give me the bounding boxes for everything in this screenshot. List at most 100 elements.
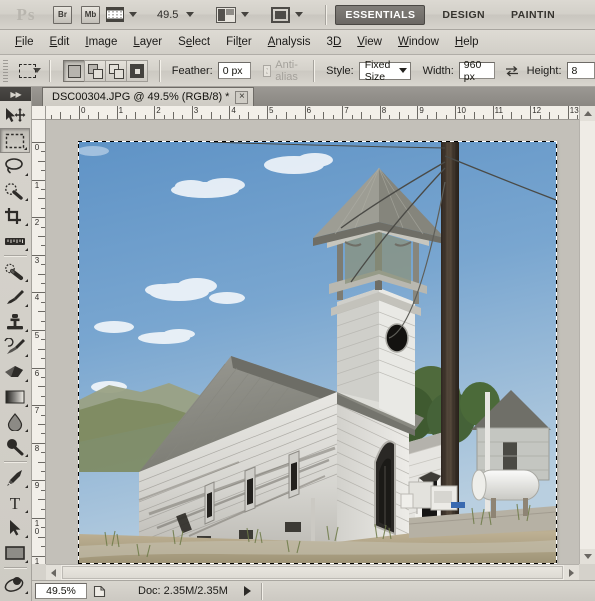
launch-bridge-button[interactable]: Br (53, 5, 72, 24)
page-info-icon (93, 585, 106, 597)
current-tool-icon[interactable] (16, 60, 36, 82)
ruler-tick-major (455, 106, 456, 119)
ruler-label: 6 (306, 106, 312, 115)
feather-label: Feather: (171, 64, 213, 77)
church-photo-svg (79, 142, 556, 563)
intersect-with-selection-button[interactable] (125, 59, 148, 82)
tool-path-selection[interactable] (0, 515, 30, 540)
flyout-triangle-icon (25, 591, 28, 594)
ruler-tick-minor (41, 489, 45, 491)
tools-panel-collapse-button[interactable]: ▶▶ (0, 87, 31, 101)
menu-edit[interactable]: Edit (42, 34, 78, 50)
menu-window[interactable]: Window (390, 34, 447, 50)
width-input[interactable]: 960 px (458, 59, 495, 83)
tool-lasso[interactable] (0, 153, 30, 178)
ruler-tick-minor (483, 115, 485, 119)
tool-ruler[interactable] (0, 228, 30, 253)
horizontal-scroll-thumb[interactable] (62, 566, 563, 579)
tool-clone-stamp[interactable] (0, 309, 30, 334)
ruler-tick-minor (41, 471, 45, 472)
tool-gradient[interactable] (0, 384, 30, 409)
menu-analysis[interactable]: Analysis (260, 34, 319, 50)
flyout-triangle-icon (25, 173, 28, 176)
options-bar-grip[interactable] (3, 59, 8, 82)
tool-type[interactable]: T (0, 490, 30, 515)
menu-3d[interactable]: 3D (319, 34, 350, 50)
tool-rectangle-shape[interactable] (0, 540, 30, 565)
subtract-from-selection-button[interactable] (104, 59, 127, 82)
canvas-area[interactable] (46, 120, 579, 564)
ruler-tick-minor (201, 115, 203, 119)
menu-file[interactable]: File (7, 34, 42, 50)
ruler-tick-minor (38, 461, 45, 463)
tool-crop[interactable] (0, 203, 30, 228)
horizontal-scrollbar[interactable] (46, 564, 579, 580)
zoom-chevron-down-icon[interactable] (186, 12, 195, 17)
ruler-tick-minor (257, 115, 259, 119)
ruler-origin-corner[interactable] (32, 106, 46, 120)
app-zoom-value[interactable]: 49.5 (157, 9, 178, 21)
document-size-info: Doc: 2.35M/2.35M (138, 585, 228, 597)
triangle-down-icon (583, 554, 592, 559)
tool-spot-healing-brush[interactable] (0, 259, 30, 284)
document-tab-title: DSC00304.JPG @ 49.5% (RGB/8) * (52, 91, 230, 103)
tool-eraser[interactable] (0, 359, 30, 384)
tool-blur[interactable] (0, 409, 30, 434)
scroll-right-button[interactable] (564, 565, 579, 580)
ruler-tick-minor (41, 377, 45, 378)
menu-layer[interactable]: Layer (125, 34, 170, 50)
anti-alias-label: Anti-alias (275, 58, 298, 83)
view-extras-button[interactable] (106, 7, 137, 22)
anti-alias-checkbox[interactable] (263, 64, 272, 77)
menu-filter[interactable]: Filter (218, 34, 260, 50)
workspace-essentials[interactable]: ESSENTIALS (335, 4, 426, 25)
document-tab[interactable]: DSC00304.JPG @ 49.5% (RGB/8) * × (42, 87, 255, 106)
tool-move[interactable] (0, 103, 30, 128)
screen-mode-button[interactable] (255, 6, 304, 23)
spot-healing-brush-tool-icon (5, 263, 24, 280)
swap-width-height-button[interactable] (505, 64, 519, 78)
tool-dodge[interactable] (0, 434, 30, 459)
new-selection-button[interactable] (62, 59, 85, 82)
ruler-tick-minor (248, 112, 250, 119)
add-to-selection-button[interactable] (83, 59, 106, 82)
ruler-tick-minor (41, 452, 45, 454)
ruler-tick-minor (182, 115, 184, 119)
tool-pen[interactable] (0, 465, 30, 490)
status-popup-arrow-icon[interactable] (243, 586, 251, 596)
tool-brush[interactable] (0, 284, 30, 309)
menu-help[interactable]: Help (447, 34, 487, 50)
tool-3d-orbit[interactable] (0, 596, 30, 601)
tool-quick-selection[interactable] (0, 178, 30, 203)
scroll-down-button[interactable] (580, 549, 595, 564)
tool-3d-rotate[interactable] (0, 571, 30, 596)
menu-select[interactable]: Select (170, 34, 218, 50)
scroll-up-button[interactable] (580, 106, 595, 121)
height-input[interactable]: 8 (566, 62, 595, 79)
workspace-design[interactable]: DESIGN (433, 5, 494, 25)
arrange-documents-button[interactable] (200, 6, 250, 23)
menu-view[interactable]: View (349, 34, 390, 50)
mini-bridge-button[interactable]: Mb (81, 5, 100, 24)
image-canvas[interactable] (78, 141, 557, 564)
ruler-tick-minor (38, 348, 45, 350)
feather-input[interactable]: 0 px (217, 62, 252, 79)
flyout-triangle-icon (25, 198, 28, 201)
scroll-left-button[interactable] (46, 565, 61, 580)
close-icon[interactable]: × (235, 90, 249, 104)
ruler-tick-major (116, 106, 118, 119)
tools-panel: ▶▶ T (0, 87, 32, 601)
menu-image[interactable]: Image (77, 34, 125, 50)
ruler-label: 2 (156, 106, 161, 115)
tool-rectangular-marquee[interactable] (0, 128, 30, 153)
tools-divider-2 (4, 461, 27, 463)
workspace-painting[interactable]: PAINTIN (502, 5, 564, 25)
ruler-label: 0 (34, 143, 40, 152)
style-select[interactable]: Fixed Size (358, 59, 411, 83)
vertical-scrollbar[interactable] (579, 106, 595, 564)
status-menu-button[interactable] (91, 583, 108, 599)
zoom-level-input[interactable]: 49.5% (35, 583, 87, 599)
tool-history-brush[interactable] (0, 334, 30, 359)
lasso-tool-icon (5, 157, 23, 174)
chevron-down-icon (129, 12, 137, 17)
